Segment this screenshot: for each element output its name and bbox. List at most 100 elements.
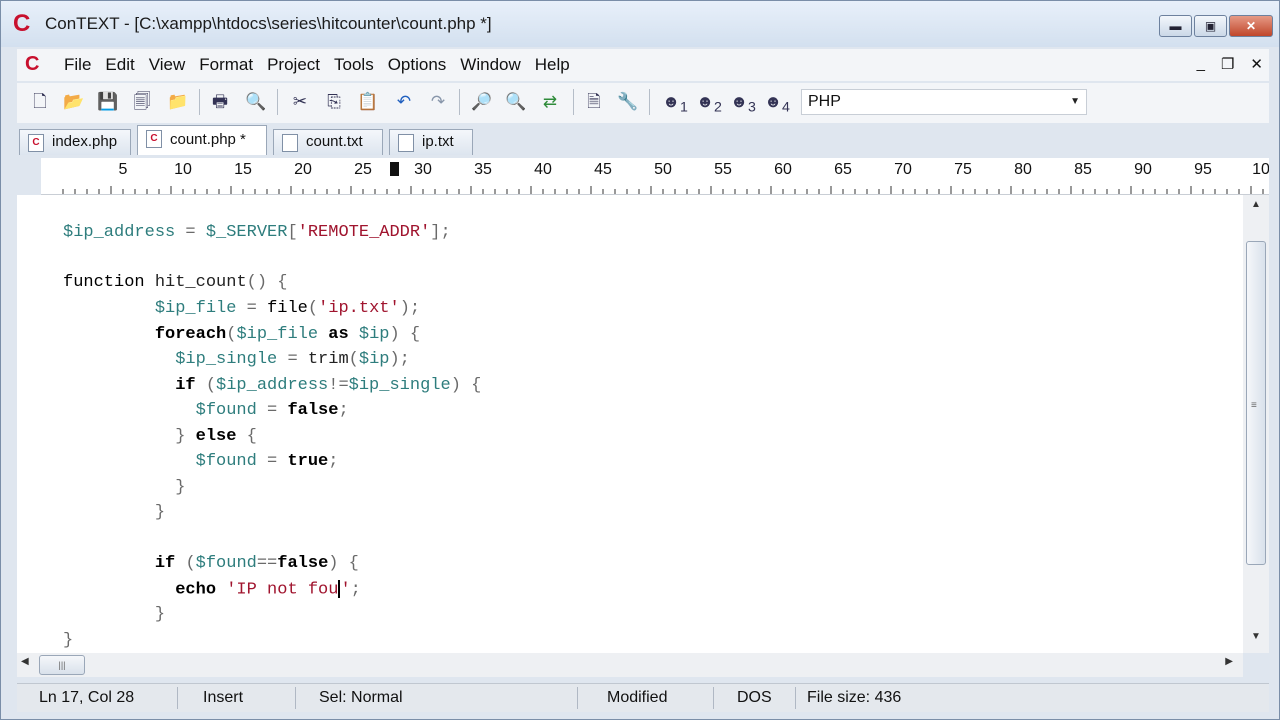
- ruler-number: 60: [774, 161, 792, 178]
- code-line-4: $ip_file = file('ip.txt');: [154, 299, 421, 318]
- menu-bar: C File Edit View Format Project Tools Op…: [17, 49, 1269, 81]
- tab-label: count.php *: [170, 131, 246, 148]
- doc-restore-button[interactable]: ❐: [1221, 55, 1234, 73]
- document-logo-icon[interactable]: C: [25, 53, 47, 75]
- column-ruler: 5 10 15 20 25 30 35 40 45 50 55 60 65 70…: [41, 158, 1269, 195]
- tab-count-php[interactable]: C count.php *: [137, 125, 267, 155]
- scroll-right-arrow-icon[interactable]: ▶: [1225, 656, 1233, 667]
- app-window: C ConTEXT - [C:\xampp\htdocs\series\hitc…: [0, 0, 1280, 720]
- ruler-ticks: [62, 186, 1264, 194]
- code-line-16: }: [154, 605, 166, 624]
- doc-minimize-button[interactable]: _: [1197, 55, 1205, 73]
- scroll-left-arrow-icon[interactable]: ◀: [21, 656, 29, 667]
- ruler-number: 20: [294, 161, 312, 178]
- menu-file[interactable]: File: [57, 55, 98, 75]
- language-select[interactable]: PHP ▼: [801, 89, 1087, 115]
- cut-icon[interactable]: ✂: [289, 91, 311, 113]
- doc-close-button[interactable]: ✕: [1250, 55, 1263, 73]
- print-preview-icon[interactable]: 🔍: [245, 91, 267, 113]
- user-tool-1-icon[interactable]: ☻1: [661, 91, 689, 116]
- find-next-icon[interactable]: 🔍: [505, 91, 527, 113]
- menu-tools[interactable]: Tools: [327, 55, 381, 75]
- window-controls: ▬ ▣ ✕: [1159, 15, 1273, 37]
- open-folder-icon[interactable]: 📁: [167, 91, 189, 113]
- vertical-scroll-thumb[interactable]: ≡: [1246, 241, 1266, 565]
- menu-edit[interactable]: Edit: [98, 55, 141, 75]
- minimize-button[interactable]: ▬: [1159, 15, 1192, 37]
- language-select-value: PHP: [808, 93, 841, 110]
- save-icon[interactable]: 💾: [97, 91, 119, 113]
- open-file-icon[interactable]: 📂: [63, 91, 85, 113]
- maximize-button[interactable]: ▣: [1194, 15, 1227, 37]
- menu-help[interactable]: Help: [528, 55, 577, 75]
- status-separator: [577, 687, 578, 709]
- ruler-number: 85: [1074, 161, 1092, 178]
- text-file-icon: [398, 134, 414, 152]
- ruler-number: 30: [414, 161, 432, 178]
- ruler-number: 80: [1014, 161, 1032, 178]
- horizontal-scrollbar[interactable]: ◀ ||| ▶: [17, 653, 1243, 677]
- tab-label: count.txt: [306, 133, 363, 150]
- scroll-grip-icon: ≡: [1251, 400, 1257, 411]
- ruler-number: 25: [354, 161, 372, 178]
- status-selection-mode: Sel: Normal: [319, 689, 403, 706]
- redo-icon[interactable]: ↷: [427, 91, 449, 113]
- user-tool-4-icon[interactable]: ☻4: [763, 91, 791, 116]
- user-tool-3-icon[interactable]: ☻3: [729, 91, 757, 115]
- code-line-11: }: [175, 478, 186, 497]
- ruler-number: 95: [1194, 161, 1212, 178]
- status-line-format: DOS: [737, 689, 772, 706]
- paste-icon[interactable]: 📋: [357, 91, 379, 113]
- ruler-number: 65: [834, 161, 852, 178]
- tab-index-php[interactable]: C index.php: [19, 129, 131, 155]
- code-line-6: $ip_single = trim($ip);: [175, 350, 410, 369]
- document-window-controls: _ ❐ ✕: [1197, 55, 1263, 73]
- php-file-icon: C: [146, 130, 162, 148]
- tools-icon[interactable]: 🔧: [617, 91, 639, 113]
- tab-ip-txt[interactable]: ip.txt: [389, 129, 473, 155]
- user-tool-4-label: 4: [782, 99, 790, 116]
- undo-icon[interactable]: ↶: [393, 91, 415, 113]
- ruler-number: 45: [594, 161, 612, 178]
- toolbar-separator: [573, 89, 574, 115]
- ruler-number: 15: [234, 161, 252, 178]
- new-file-icon[interactable]: 🗋: [29, 91, 51, 113]
- ruler-number: 90: [1134, 161, 1152, 178]
- save-all-icon[interactable]: 🗐: [131, 91, 153, 113]
- scroll-up-arrow-icon[interactable]: ▲: [1243, 199, 1269, 217]
- export-icon[interactable]: 🗎: [583, 91, 605, 113]
- ruler-number: 10: [174, 161, 192, 178]
- menu-project[interactable]: Project: [260, 55, 327, 75]
- editor-gutter: [17, 195, 41, 653]
- status-file-size: File size: 436: [807, 689, 902, 706]
- tab-count-txt[interactable]: count.txt: [273, 129, 383, 155]
- user-tool-1-label: 1: [680, 99, 688, 116]
- code-line-17: }: [63, 631, 74, 650]
- title-bar: C ConTEXT - [C:\xampp\htdocs\series\hitc…: [1, 1, 1279, 47]
- code-line-7: if ($ip_address!=$ip_single) {: [175, 376, 482, 395]
- close-button[interactable]: ✕: [1229, 15, 1273, 37]
- code-line-5: foreach($ip_file as $ip) {: [154, 325, 421, 344]
- tab-label: ip.txt: [422, 133, 454, 150]
- menu-format[interactable]: Format: [192, 55, 260, 75]
- print-icon[interactable]: 🖶: [209, 91, 231, 113]
- copy-icon[interactable]: ⎘: [323, 91, 345, 113]
- find-icon[interactable]: 🔎: [471, 91, 493, 113]
- horizontal-scroll-thumb[interactable]: |||: [39, 655, 85, 675]
- scroll-down-arrow-icon[interactable]: ▼: [1243, 631, 1269, 649]
- menu-view[interactable]: View: [142, 55, 193, 75]
- code-line-9: } else {: [175, 427, 257, 446]
- menu-options[interactable]: Options: [381, 55, 454, 75]
- code-line-3: function hit_count() {: [63, 273, 288, 292]
- replace-icon[interactable]: ⇄: [539, 91, 561, 113]
- user-tool-2-icon[interactable]: ☻2: [695, 91, 723, 115]
- ruler-cursor-marker: [390, 162, 399, 176]
- code-line-15: echo 'IP not fou ';: [175, 580, 361, 600]
- menu-window[interactable]: Window: [453, 55, 527, 75]
- code-editor[interactable]: $ip_address = $_SERVER['REMOTE_ADDR']; f…: [41, 195, 1243, 653]
- chevron-down-icon[interactable]: ▼: [1070, 90, 1080, 114]
- vertical-scrollbar[interactable]: ▲ ≡ ▼: [1243, 195, 1269, 653]
- ruler-number: 75: [954, 161, 972, 178]
- status-separator: [177, 687, 178, 709]
- toolbar-separator: [649, 89, 650, 115]
